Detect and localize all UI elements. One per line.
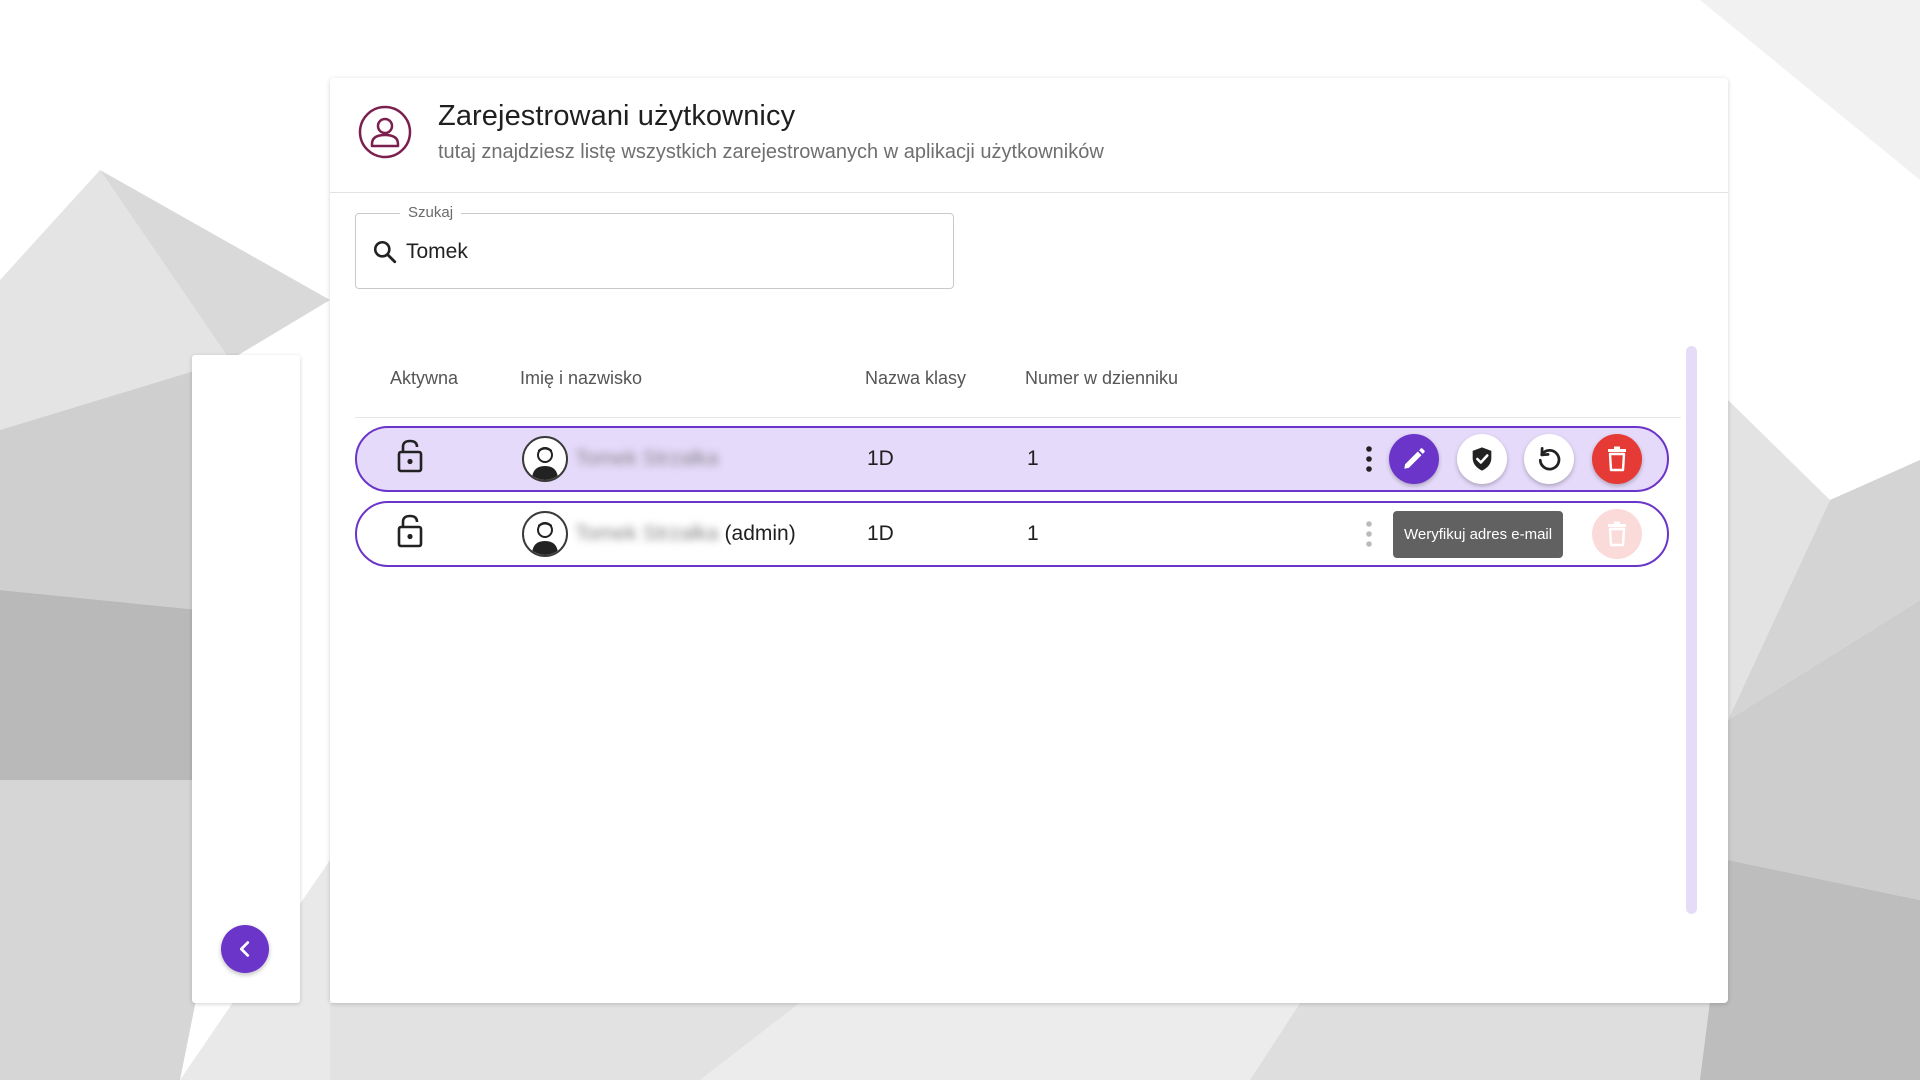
- edit-button[interactable]: [1389, 434, 1439, 484]
- class-cell: 1D: [867, 521, 894, 545]
- user-name-cell: Tomek Strzałka: [575, 428, 725, 489]
- avatar: [522, 511, 568, 557]
- search-input[interactable]: [406, 234, 926, 270]
- user-name: Tomek Strzałka: [575, 521, 719, 545]
- column-header-number[interactable]: Numer w dzienniku: [1025, 368, 1178, 389]
- column-header-name[interactable]: Imię i nazwisko: [520, 368, 642, 389]
- pencil-icon: [1404, 448, 1425, 469]
- user-name-cell: Tomek Strzałka (admin): [575, 503, 796, 564]
- trash-icon: [1608, 521, 1626, 547]
- back-button[interactable]: [221, 925, 269, 973]
- trash-icon: [1608, 446, 1626, 472]
- verify-email-button[interactable]: [1457, 434, 1507, 484]
- shield-check-icon: [1472, 447, 1492, 471]
- tooltip: Weryfikuj adres e-mail: [1393, 511, 1564, 558]
- user-circle-icon: [358, 105, 412, 159]
- column-header-active[interactable]: Aktywna: [390, 368, 458, 389]
- reset-icon: [1538, 447, 1561, 471]
- class-cell: 1D: [867, 446, 894, 470]
- search-field[interactable]: Szukaj: [355, 204, 954, 289]
- delete-button[interactable]: [1592, 509, 1642, 559]
- user-role: (admin): [724, 521, 796, 545]
- search-icon: [373, 240, 397, 264]
- card-header: Zarejestrowani użytkownicy tutaj znajdzi…: [330, 78, 1728, 193]
- lock-open-icon[interactable]: [395, 438, 425, 474]
- page-subtitle: tutaj znajdziesz listę wszystkich zareje…: [438, 141, 1104, 163]
- page-title: Zarejestrowani użytkownicy: [438, 100, 796, 132]
- more-vert-icon[interactable]: [1357, 444, 1381, 474]
- column-header-class[interactable]: Nazwa klasy: [865, 368, 966, 389]
- user-name: Tomek Strzałka: [575, 446, 719, 470]
- side-panel: [192, 355, 300, 1003]
- avatar: [522, 436, 568, 482]
- number-cell: 1: [1027, 521, 1039, 545]
- delete-button[interactable]: [1592, 434, 1642, 484]
- search-label: Szukaj: [400, 204, 462, 221]
- table-row[interactable]: Tomek Strzałka 1D 1: [355, 426, 1669, 492]
- table-header: Aktywna Imię i nazwisko Nazwa klasy Nume…: [355, 358, 1681, 418]
- avatar-icon: [532, 447, 558, 480]
- lock-open-icon[interactable]: [395, 513, 425, 549]
- avatar-icon: [532, 522, 558, 555]
- chevron-left-icon: [239, 941, 250, 957]
- scrollbar[interactable]: [1686, 346, 1697, 914]
- reset-password-button[interactable]: [1524, 434, 1574, 484]
- more-vert-icon[interactable]: [1357, 519, 1381, 549]
- number-cell: 1: [1027, 446, 1039, 470]
